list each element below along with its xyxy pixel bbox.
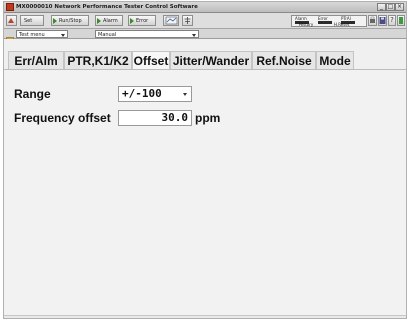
set-button[interactable]: Set [20, 15, 44, 26]
title-bar: MX0000010 Network Performance Tester Con… [4, 2, 406, 13]
exit-icon[interactable] [397, 15, 405, 26]
tab-err-alm[interactable]: Err/Alm [8, 51, 64, 69]
test-menu-icon [6, 30, 14, 45]
range-select[interactable]: +/-100 [118, 86, 192, 102]
tab-mode[interactable]: Mode [316, 51, 354, 69]
alarm-button[interactable]: Alarm [95, 15, 123, 26]
play-icon [53, 18, 57, 24]
tab-offset[interactable]: Offset [132, 51, 170, 69]
chevron-down-icon [183, 93, 187, 96]
frequency-offset-input[interactable]: 30.0 [118, 110, 192, 126]
minimize-button[interactable]: _ [377, 3, 386, 11]
print-icon[interactable] [368, 15, 377, 26]
chevron-down-icon [61, 34, 65, 37]
tree-icon[interactable] [182, 15, 193, 26]
frequency-offset-label: Frequency offset [14, 111, 111, 125]
toolbar: Set Run/Stop Alarm Error Alarm Error PTr… [4, 13, 406, 29]
tab-ptr-k1k2[interactable]: PTR,K1/K2 [64, 51, 132, 69]
mode-value: Manual [98, 32, 117, 38]
window-title: MX0000010 Network Performance Tester Con… [16, 4, 198, 10]
frequency-unit: ppm [195, 111, 221, 125]
history-label: History [299, 22, 314, 27]
play-icon [130, 18, 134, 24]
error-indicator [318, 21, 332, 24]
offset-panel: Range +/-100 Frequency offset 30.0 ppm [4, 70, 406, 315]
mode-select[interactable]: Manual [95, 30, 199, 38]
help-icon[interactable]: ? [388, 15, 396, 26]
play-icon [97, 18, 101, 24]
test-menu-value: Test menu [19, 32, 45, 38]
graph-icon[interactable] [163, 15, 179, 26]
status-panel: Alarm Error PTrAl History H.Reset [291, 15, 367, 27]
connect-icon[interactable] [6, 15, 17, 26]
mode-bar: Test menu Manual [4, 29, 406, 45]
save-icon[interactable] [378, 15, 387, 26]
test-menu-select[interactable]: Test menu [16, 30, 68, 38]
frequency-offset-value: 30.0 [161, 111, 189, 124]
hreset-label: H.Reset [334, 22, 350, 27]
run-stop-button[interactable]: Run/Stop [51, 15, 89, 26]
range-label: Range [14, 87, 51, 101]
tab-jitter-wander[interactable]: Jitter/Wander [170, 51, 252, 69]
tab-bar: Err/Alm PTR,K1/K2 Offset Jitter/Wander R… [4, 39, 406, 70]
app-logo-icon [6, 3, 14, 11]
error-button[interactable]: Error [128, 15, 156, 26]
run-stop-label: Run/Stop [59, 18, 82, 24]
range-value: +/-100 [122, 87, 162, 100]
maximize-button[interactable]: □ [386, 3, 395, 11]
alarm-label: Alarm [103, 18, 118, 24]
app-window: MX0000010 Network Performance Tester Con… [3, 1, 407, 319]
tab-ref-noise[interactable]: Ref.Noise [252, 51, 316, 69]
error-label: Error [136, 18, 149, 24]
status-divider [4, 315, 406, 316]
close-button[interactable]: × [395, 3, 404, 11]
chevron-down-icon [192, 34, 196, 37]
